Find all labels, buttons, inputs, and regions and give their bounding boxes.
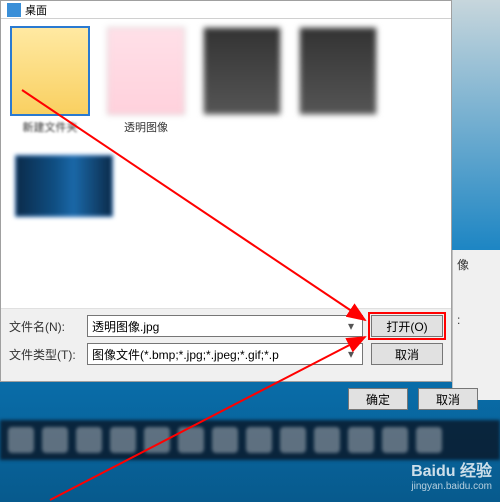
file-label: 新建文件夹	[9, 119, 91, 135]
file-item-panorama[interactable]	[9, 155, 119, 221]
open-button-label: 打开(O)	[386, 318, 427, 335]
filetype-label: 文件类型(T):	[9, 346, 79, 363]
breadcrumb[interactable]: 桌面	[1, 1, 451, 19]
taskbar-icon[interactable]	[42, 427, 68, 453]
chevron-down-icon[interactable]: ▾	[344, 319, 358, 333]
taskbar-icon[interactable]	[416, 427, 442, 453]
taskbar-icon[interactable]	[144, 427, 170, 453]
file-item[interactable]	[297, 27, 379, 135]
filetype-combo[interactable]: 图像文件(*.bmp;*.jpg;*.jpeg;*.gif;*.p ▾	[87, 343, 363, 365]
file-list-area[interactable]: 新建文件夹 透明图像	[1, 19, 451, 308]
taskbar-icon[interactable]	[246, 427, 272, 453]
breadcrumb-text: 桌面	[25, 2, 47, 18]
dialog-bottom-panel: 文件名(N): 透明图像.jpg ▾ 打开(O) 文件类型(T): 图像文件(*…	[1, 308, 451, 381]
ok-button[interactable]: 确定	[348, 388, 408, 410]
cancel-button[interactable]: 取消	[371, 343, 443, 365]
taskbar-icon[interactable]	[110, 427, 136, 453]
underlying-dialog-buttons: 确定 取消	[348, 388, 478, 410]
file-item-transparent[interactable]: 透明图像	[105, 27, 187, 135]
watermark-brand: Baidu 经验	[411, 462, 492, 481]
cropped-label: :	[457, 313, 496, 327]
image-thumbnail	[203, 27, 281, 115]
watermark-url: jingyan.baidu.com	[411, 481, 492, 493]
underlying-dialog-slice: 像 :	[452, 250, 500, 400]
image-thumbnail	[15, 155, 113, 217]
cancel-button-label: 取消	[436, 391, 460, 408]
image-thumbnail	[107, 27, 185, 115]
file-label: 透明图像	[105, 119, 187, 135]
taskbar-icon[interactable]	[212, 427, 238, 453]
filetype-value: 图像文件(*.bmp;*.jpg;*.jpeg;*.gif;*.p	[92, 346, 279, 363]
folder-icon	[7, 3, 21, 17]
file-item[interactable]	[201, 27, 283, 135]
cancel-button-label: 取消	[395, 346, 419, 363]
taskbar-icon[interactable]	[314, 427, 340, 453]
taskbar-icon[interactable]	[348, 427, 374, 453]
taskbar-icon[interactable]	[76, 427, 102, 453]
taskbar-icon[interactable]	[8, 427, 34, 453]
filename-label: 文件名(N):	[9, 318, 79, 335]
filename-value: 透明图像.jpg	[92, 318, 159, 335]
chevron-down-icon[interactable]: ▾	[344, 347, 358, 361]
cancel-button[interactable]: 取消	[418, 388, 478, 410]
folder-thumbnail	[11, 27, 89, 115]
open-button[interactable]: 打开(O)	[371, 315, 443, 337]
taskbar-icon[interactable]	[280, 427, 306, 453]
file-open-dialog: 桌面 新建文件夹 透明图像	[0, 0, 452, 382]
ok-button-label: 确定	[366, 391, 390, 408]
taskbar-icon[interactable]	[178, 427, 204, 453]
file-item-folder[interactable]: 新建文件夹	[9, 27, 91, 135]
taskbar-icon[interactable]	[382, 427, 408, 453]
filename-combo[interactable]: 透明图像.jpg ▾	[87, 315, 363, 337]
cropped-label: 像	[457, 256, 496, 273]
image-thumbnail	[299, 27, 377, 115]
watermark: Baidu 经验 jingyan.baidu.com	[411, 462, 492, 493]
taskbar[interactable]	[0, 420, 500, 460]
